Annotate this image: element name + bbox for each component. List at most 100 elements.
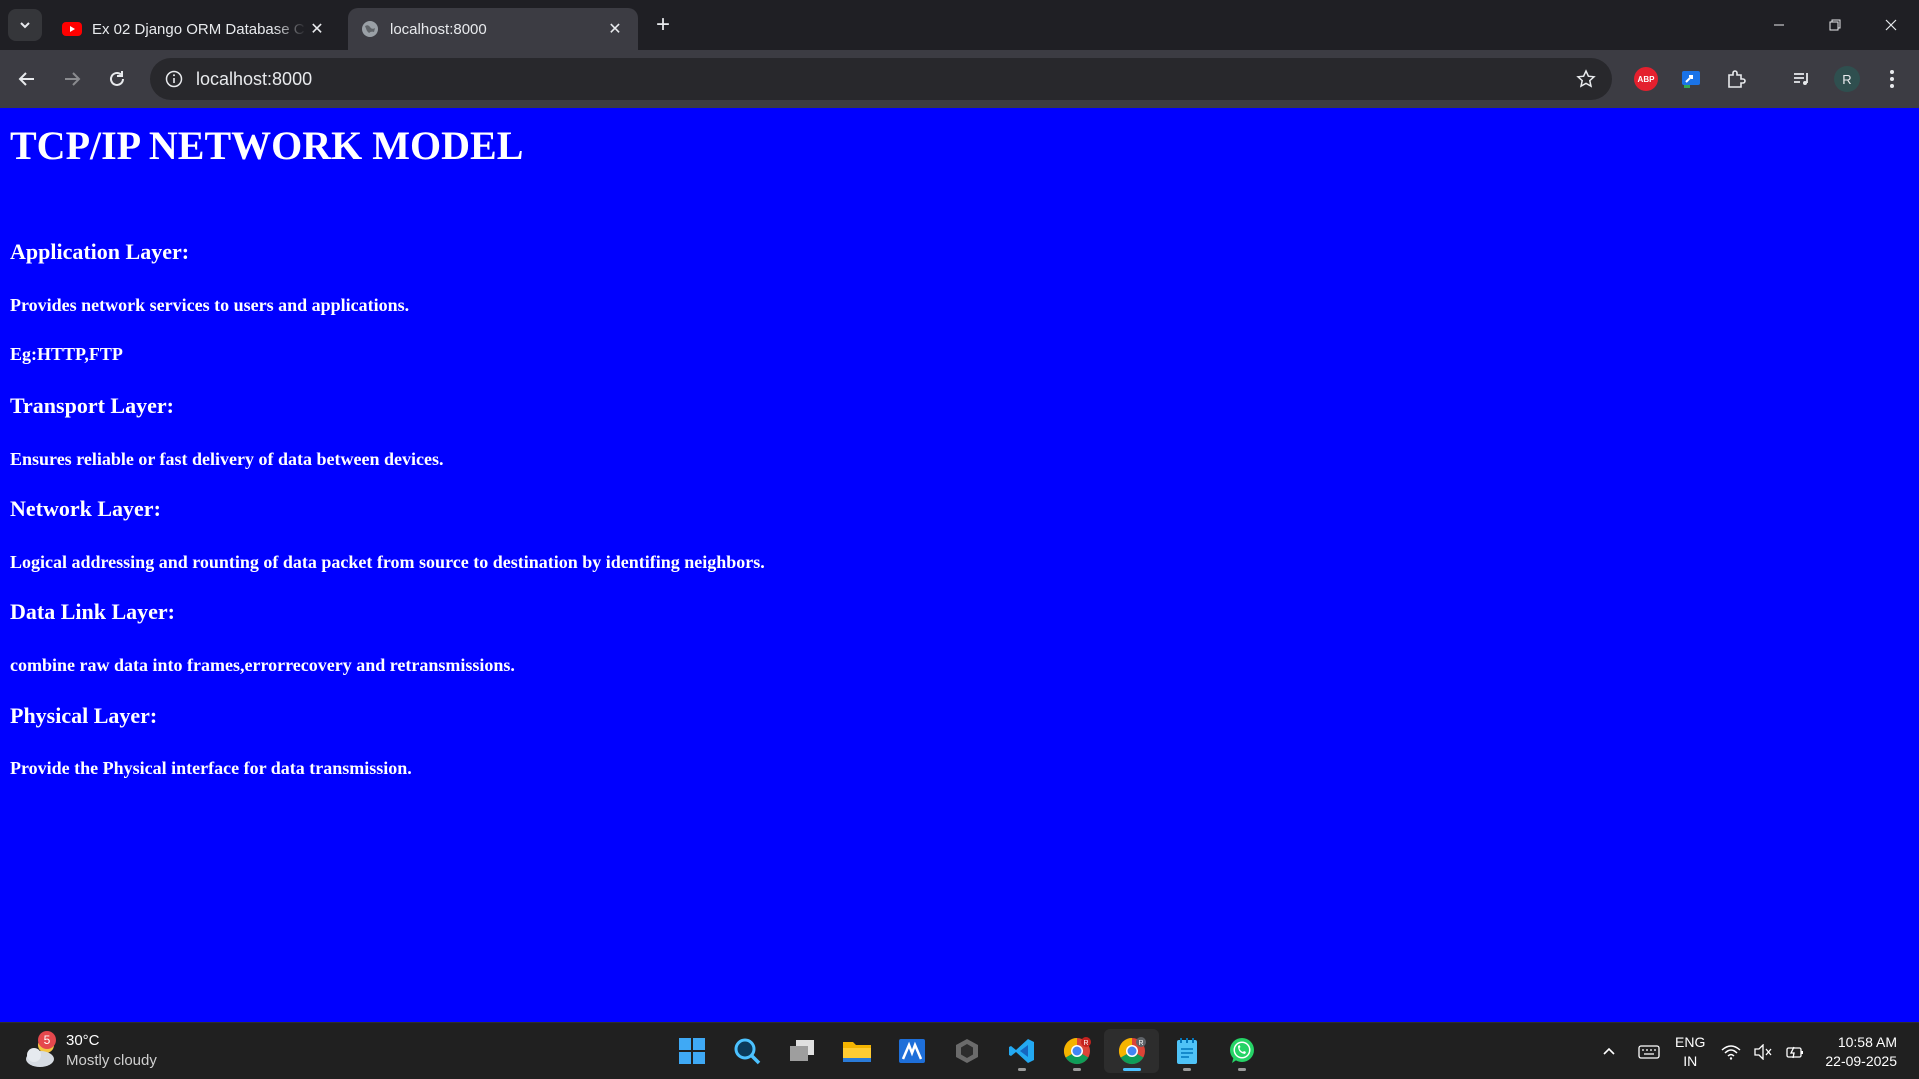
volume-muted-icon[interactable] bbox=[1747, 1037, 1779, 1067]
url-text: localhost:8000 bbox=[196, 69, 313, 89]
start-button[interactable] bbox=[664, 1029, 719, 1073]
more-vert-icon bbox=[1890, 70, 1894, 88]
layer-heading-application: Application Layer: bbox=[10, 239, 190, 264]
layer-description-physical: Provide the Physical interface for data … bbox=[10, 758, 412, 778]
active-indicator bbox=[1122, 1068, 1141, 1071]
tab-localhost[interactable]: localhost:8000 ✕ bbox=[348, 8, 638, 50]
close-icon bbox=[1885, 19, 1897, 31]
taskbar-apps: R R bbox=[664, 1029, 1269, 1073]
avatar: R bbox=[1834, 66, 1860, 92]
youtube-icon bbox=[62, 19, 82, 39]
chrome-icon: R bbox=[1063, 1037, 1091, 1065]
page-title: TCP/IP NETWORK MODEL bbox=[10, 123, 524, 168]
vscode-icon bbox=[1008, 1039, 1034, 1063]
restore-button[interactable] bbox=[1807, 0, 1863, 50]
tray-overflow-button[interactable] bbox=[1593, 1037, 1625, 1067]
vscode-button[interactable] bbox=[994, 1029, 1049, 1073]
weather-widget[interactable]: 5 30°C Mostly cloudy bbox=[20, 1031, 157, 1071]
minimize-button[interactable] bbox=[1751, 0, 1807, 50]
adblock-plus-icon[interactable]: ABP bbox=[1631, 64, 1661, 94]
tab-search-button[interactable] bbox=[8, 9, 42, 41]
close-icon[interactable]: ✕ bbox=[604, 18, 626, 40]
search-button[interactable] bbox=[719, 1029, 774, 1073]
weather-condition: Mostly cloudy bbox=[66, 1052, 157, 1069]
tab-strip: Ex 02 Django ORM Database Crud ✕ localho… bbox=[0, 0, 1919, 50]
globe-icon bbox=[360, 19, 380, 39]
reload-icon bbox=[110, 71, 124, 86]
chrome-profile-icon: R bbox=[1118, 1037, 1146, 1065]
language-code: ENG bbox=[1675, 1033, 1706, 1050]
layer-description-application: Provides network services to users and a… bbox=[10, 295, 410, 315]
system-tray: ENG IN 10:58 AM 22-09-2025 bbox=[1593, 1023, 1919, 1079]
back-button[interactable] bbox=[12, 64, 42, 94]
weather-temperature: 30°C bbox=[66, 1032, 100, 1049]
running-indicator bbox=[1072, 1068, 1081, 1071]
arrow-left-icon bbox=[18, 72, 34, 86]
notepad-icon bbox=[1176, 1038, 1197, 1064]
address-bar[interactable]: localhost:8000 bbox=[150, 58, 1612, 100]
taskbar: 5 30°C Mostly cloudy R R ENG IN 10:58 AM… bbox=[0, 1022, 1919, 1079]
minimize-icon bbox=[1774, 24, 1784, 26]
page-content: TCP/IP NETWORK MODEL Application Layer: … bbox=[0, 108, 1919, 1022]
app-button[interactable] bbox=[884, 1029, 939, 1073]
layer-heading-data-link: Data Link Layer: bbox=[10, 599, 175, 624]
window-controls bbox=[1751, 0, 1919, 50]
extensions-puzzle-icon[interactable] bbox=[1721, 64, 1751, 94]
app-icon bbox=[898, 1039, 925, 1063]
chrome-button[interactable]: R bbox=[1049, 1029, 1104, 1073]
weather-badge: 5 bbox=[38, 1031, 56, 1049]
task-view-button[interactable] bbox=[774, 1029, 829, 1073]
site-info-icon[interactable] bbox=[162, 67, 186, 91]
whatsapp-button[interactable] bbox=[1214, 1029, 1269, 1073]
search-icon bbox=[734, 1038, 760, 1065]
profile-button[interactable]: R bbox=[1832, 64, 1862, 94]
restore-icon bbox=[1829, 19, 1841, 31]
layer-heading-transport: Transport Layer: bbox=[10, 393, 174, 418]
layer-description-data-link: combine raw data into frames,errorrecove… bbox=[10, 655, 515, 675]
clock-time: 10:58 AM bbox=[1837, 1033, 1897, 1050]
whatsapp-icon bbox=[1229, 1038, 1254, 1063]
clock-date: 22-09-2025 bbox=[1825, 1052, 1897, 1069]
notepad-button[interactable] bbox=[1159, 1029, 1214, 1073]
wifi-icon[interactable] bbox=[1715, 1037, 1747, 1067]
tab-youtube[interactable]: Ex 02 Django ORM Database Crud ✕ bbox=[50, 8, 340, 50]
browser-toolbar: localhost:8000 ABP R bbox=[0, 50, 1919, 140]
layer-description-transport: Ensures reliable or fast delivery of dat… bbox=[10, 449, 444, 469]
region-code: IN bbox=[1683, 1052, 1698, 1069]
layer-heading-physical: Physical Layer: bbox=[10, 703, 158, 728]
battery-icon[interactable] bbox=[1779, 1037, 1811, 1067]
start-icon bbox=[678, 1038, 705, 1064]
menu-button[interactable] bbox=[1877, 64, 1907, 94]
bookmark-star-icon[interactable] bbox=[1574, 67, 1598, 91]
chrome-profile-button[interactable]: R bbox=[1104, 1029, 1159, 1073]
file-explorer-icon bbox=[842, 1042, 871, 1062]
dev-app-icon bbox=[955, 1039, 978, 1063]
layer-heading-network: Network Layer: bbox=[10, 496, 161, 521]
running-indicator bbox=[1182, 1068, 1191, 1071]
dev-app-button[interactable] bbox=[939, 1029, 994, 1073]
running-indicator bbox=[1017, 1068, 1026, 1071]
reload-button[interactable] bbox=[102, 64, 132, 94]
chevron-up-icon bbox=[1603, 1047, 1615, 1055]
forward-button[interactable] bbox=[57, 64, 87, 94]
screen-share-icon[interactable] bbox=[1676, 64, 1706, 94]
chevron-down-icon bbox=[20, 22, 30, 29]
file-explorer-button[interactable] bbox=[829, 1029, 884, 1073]
task-view-icon bbox=[789, 1040, 814, 1061]
keyboard-icon[interactable] bbox=[1633, 1037, 1665, 1067]
media-control-icon[interactable] bbox=[1787, 64, 1817, 94]
layer-description-network: Logical addressing and rounting of data … bbox=[10, 552, 765, 572]
tab-title: Ex 02 Django ORM Database Crud bbox=[92, 20, 306, 38]
running-indicator bbox=[1237, 1068, 1246, 1071]
chrome-profile-badge: R bbox=[1138, 1040, 1143, 1047]
language-indicator[interactable]: ENG IN bbox=[1675, 1033, 1705, 1071]
abp-label: ABP bbox=[1634, 67, 1658, 91]
close-window-button[interactable] bbox=[1863, 0, 1919, 50]
clock[interactable]: 10:58 AM 22-09-2025 bbox=[1825, 1033, 1897, 1071]
chrome-profile-badge: R bbox=[1083, 1040, 1088, 1047]
new-tab-button[interactable]: + bbox=[650, 11, 676, 38]
tab-title: localhost:8000 bbox=[390, 20, 487, 38]
close-icon[interactable]: ✕ bbox=[306, 18, 328, 40]
cloud-icon: 5 bbox=[20, 1031, 62, 1071]
layer-example-application: Eg:HTTP,FTP bbox=[10, 344, 123, 364]
